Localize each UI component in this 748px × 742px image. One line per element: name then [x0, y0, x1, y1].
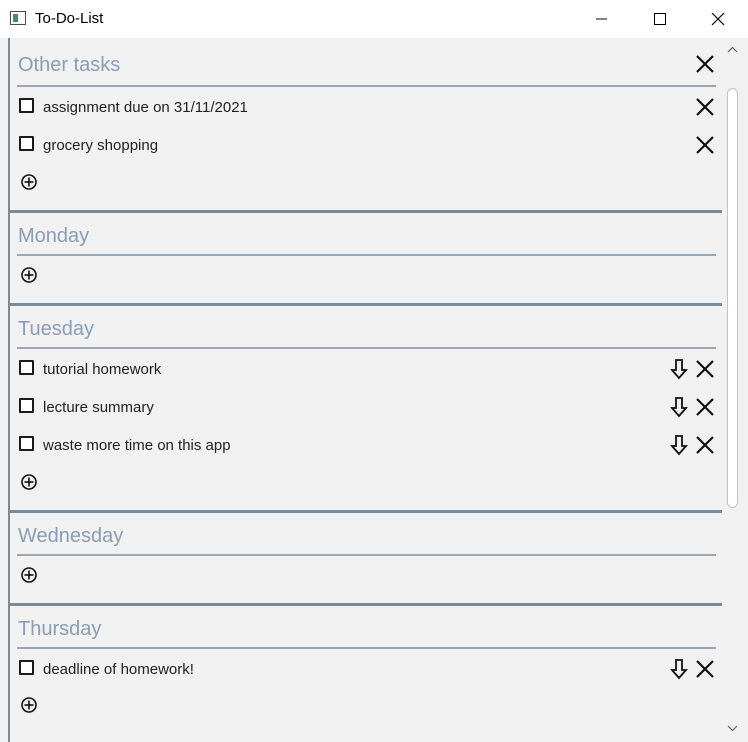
delete-task-close-x-icon[interactable] — [694, 434, 716, 456]
add-task-add-circle-icon[interactable] — [20, 696, 38, 714]
minimize-button[interactable] — [572, 0, 630, 38]
task-checkbox[interactable] — [19, 98, 34, 113]
task-row: waste more time on this app — [10, 435, 722, 465]
task-text: deadline of homework! — [43, 661, 194, 678]
close-window-icon — [711, 12, 725, 26]
add-task-add-circle-icon[interactable] — [20, 266, 38, 284]
scrollbar-thumb[interactable] — [727, 88, 738, 508]
delete-task-close-x-icon[interactable] — [694, 396, 716, 418]
task-list-area: Other tasks assignment due on 31/11/2021… — [0, 38, 748, 742]
task-checkbox[interactable] — [19, 136, 34, 151]
task-row: tutorial homework — [10, 359, 722, 389]
scroll-down-chevron-down-icon[interactable] — [727, 724, 738, 732]
section-title: Tuesday — [18, 318, 94, 340]
move-down-arrow-down-icon[interactable] — [669, 396, 689, 418]
delete-task-close-x-icon[interactable] — [694, 358, 716, 380]
close-window-button[interactable] — [688, 0, 746, 38]
add-task-add-circle-icon[interactable] — [20, 173, 38, 191]
task-row: deadline of homework! — [10, 659, 722, 689]
section-title: Monday — [18, 225, 90, 247]
vertical-scrollbar[interactable] — [724, 38, 741, 742]
add-task-add-circle-icon[interactable] — [20, 473, 38, 491]
task-checkbox[interactable] — [19, 660, 34, 675]
scroll-up-chevron-up-icon[interactable] — [727, 46, 738, 54]
delete-task-close-x-icon[interactable] — [694, 96, 716, 118]
minimize-icon — [596, 18, 607, 20]
section-separator — [10, 603, 722, 606]
task-row: grocery shopping — [10, 135, 722, 165]
move-down-arrow-down-icon[interactable] — [669, 358, 689, 380]
add-task-add-circle-icon[interactable] — [20, 566, 38, 584]
section-underline — [17, 347, 716, 349]
section-underline — [17, 254, 716, 256]
section-separator — [10, 510, 722, 513]
task-checkbox[interactable] — [19, 360, 34, 375]
window-titlebar: To-Do-List — [0, 0, 748, 38]
app-icon — [10, 11, 26, 25]
task-row: assignment due on 31/11/2021 — [10, 97, 722, 127]
section-title: Thursday — [18, 618, 102, 640]
section-underline — [17, 647, 716, 649]
task-text: assignment due on 31/11/2021 — [43, 99, 248, 116]
section-separator — [10, 210, 722, 213]
section-underline — [17, 554, 716, 556]
task-row: lecture summary — [10, 397, 722, 427]
task-text: tutorial homework — [43, 361, 162, 378]
task-text: grocery shopping — [43, 137, 159, 154]
task-checkbox[interactable] — [19, 436, 34, 451]
section-title: Wednesday — [18, 525, 124, 547]
move-down-arrow-down-icon[interactable] — [669, 658, 689, 680]
maximize-button[interactable] — [630, 0, 688, 38]
task-checkbox[interactable] — [19, 398, 34, 413]
maximize-icon — [654, 13, 666, 25]
task-text: lecture summary — [43, 399, 154, 416]
section-title: Other tasks — [18, 54, 121, 76]
delete-task-close-x-icon[interactable] — [694, 658, 716, 680]
section-separator — [10, 303, 722, 306]
delete-task-close-x-icon[interactable] — [694, 134, 716, 156]
delete-section-close-x-icon[interactable] — [694, 53, 716, 75]
window-title: To-Do-List — [35, 10, 104, 27]
section-underline — [17, 85, 716, 87]
move-down-arrow-down-icon[interactable] — [669, 434, 689, 456]
task-text: waste more time on this app — [43, 437, 231, 454]
